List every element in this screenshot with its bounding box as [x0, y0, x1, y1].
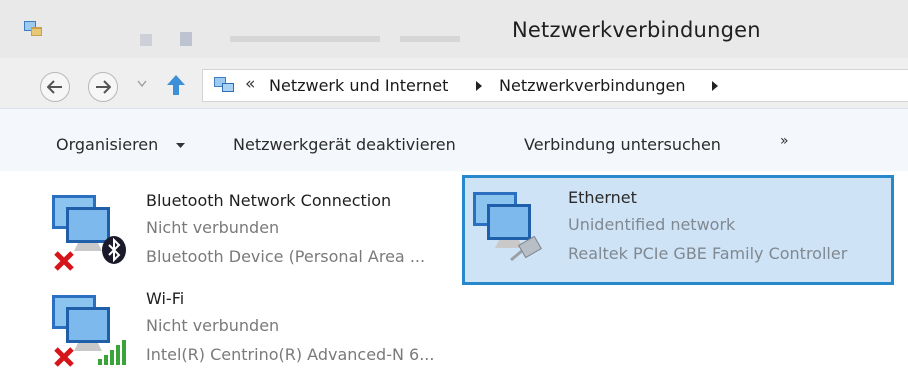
diagnose-connection-button[interactable]: Verbindung untersuchen	[524, 135, 721, 154]
command-bar: Organisieren Netzwerkgerät deaktivieren …	[0, 108, 908, 172]
signal-bars-icon	[98, 340, 126, 365]
up-arrow-icon[interactable]	[165, 73, 187, 97]
red-x-icon	[54, 251, 74, 271]
connection-status: Unidentified network	[568, 215, 736, 234]
arrow-right-icon	[96, 80, 111, 94]
ghost-toolbar-icons	[140, 32, 460, 46]
address-row: « Netzwerk und Internet Netzwerkverbindu…	[0, 58, 908, 108]
back-button[interactable]	[40, 72, 70, 102]
forward-button[interactable]	[88, 72, 118, 102]
connection-device: Intel(R) Centrino(R) Advanced-N 6...	[146, 345, 435, 364]
title-bar: Netzwerkverbindungen	[0, 0, 908, 58]
red-x-icon	[54, 347, 74, 367]
ethernet-cable-icon	[510, 236, 542, 262]
network-folder-icon[interactable]	[22, 18, 44, 40]
window-title: Netzwerkverbindungen	[512, 18, 761, 42]
connection-device: Realtek PCIe GBE Family Controller	[568, 244, 848, 263]
breadcrumb-separator-icon[interactable]	[475, 80, 483, 92]
disable-device-button[interactable]: Netzwerkgerät deaktivieren	[233, 135, 456, 154]
breadcrumb-netzwerkverbindungen[interactable]: Netzwerkverbindungen	[499, 76, 685, 95]
connection-item-ethernet[interactable]: Ethernet Unidentified network Realtek PC…	[462, 175, 894, 285]
address-overflow-chevron[interactable]: «	[245, 74, 255, 94]
connection-item-bluetooth[interactable]: Bluetooth Network Connection Nicht verbu…	[40, 179, 450, 279]
connection-device: Bluetooth Device (Personal Area ...	[146, 247, 426, 266]
connection-name: Ethernet	[568, 188, 637, 207]
connection-status: Nicht verbunden	[146, 218, 280, 237]
breadcrumb-separator-icon[interactable]	[711, 80, 719, 92]
connection-item-wifi[interactable]: Wi-Fi Nicht verbunden Intel(R) Centrino(…	[40, 281, 450, 381]
more-commands-button[interactable]: »	[780, 133, 789, 149]
connection-name: Bluetooth Network Connection	[146, 191, 392, 210]
recent-locations-dropdown[interactable]	[137, 80, 147, 88]
arrow-left-icon	[47, 80, 62, 94]
connection-name: Wi-Fi	[146, 289, 185, 308]
chevron-down-icon[interactable]	[176, 143, 185, 149]
bluetooth-icon	[102, 236, 126, 264]
connection-status: Nicht verbunden	[146, 316, 280, 335]
organize-button[interactable]: Organisieren	[56, 135, 158, 154]
network-connections-icon	[214, 77, 234, 92]
connections-list: Bluetooth Network Connection Nicht verbu…	[0, 171, 908, 383]
breadcrumb-netzwerk-und-internet[interactable]: Netzwerk und Internet	[269, 76, 448, 95]
address-bar[interactable]: « Netzwerk und Internet Netzwerkverbindu…	[202, 69, 908, 102]
